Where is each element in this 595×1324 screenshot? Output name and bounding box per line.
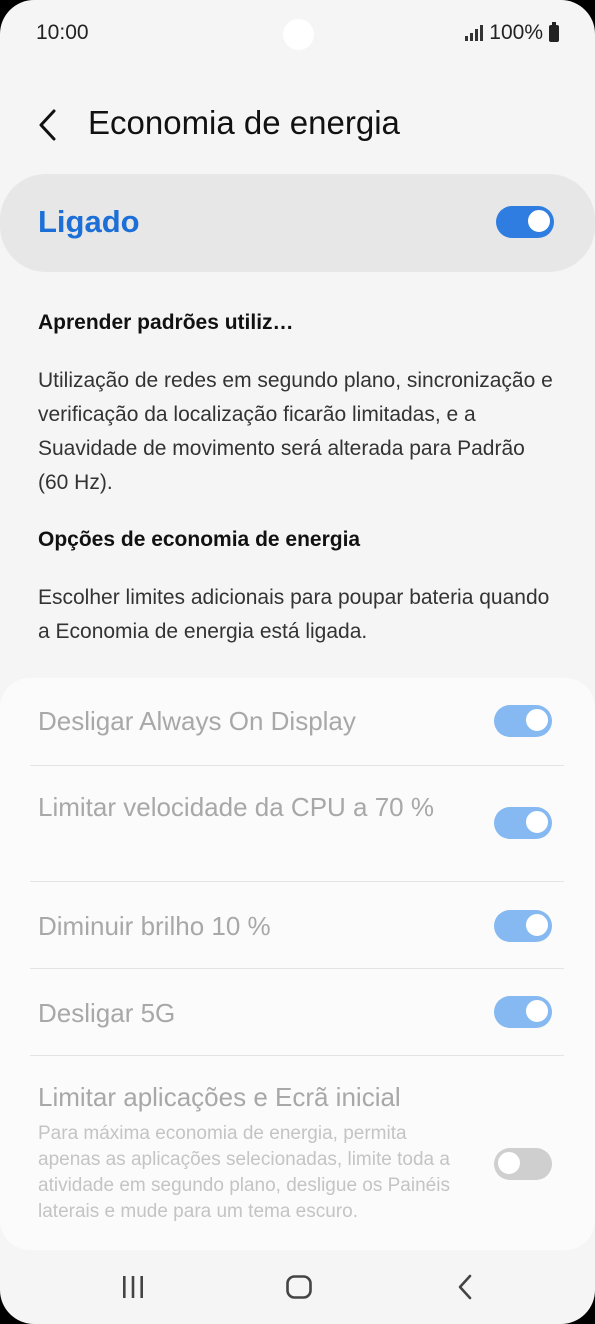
status-right: 100% (465, 21, 559, 45)
option-row-aod[interactable]: Desligar Always On Display (0, 678, 595, 765)
master-toggle-row[interactable]: Ligado (0, 174, 595, 272)
recents-button[interactable] (103, 1264, 163, 1310)
option-sublabel: Para máxima economia de energia, permita… (38, 1123, 450, 1222)
option-row-cpu[interactable]: Limitar velocidade da CPU a 70 % (0, 766, 595, 881)
master-toggle-label: Ligado (38, 204, 140, 239)
home-icon (286, 1275, 312, 1299)
back-button[interactable] (30, 98, 70, 152)
status-time: 10:00 (36, 21, 89, 44)
chevron-left-icon (39, 109, 56, 141)
option-label: Diminuir brilho 10 % (38, 911, 271, 941)
option-switch-limit-apps[interactable] (494, 1148, 552, 1180)
option-row-limit-apps[interactable]: Limitar aplicações e Ecrã inicial Para m… (0, 1056, 595, 1250)
learn-patterns-title[interactable]: Aprender padrões utiliz… (38, 311, 294, 335)
option-row-5g[interactable]: Desligar 5G (0, 969, 595, 1055)
option-label: Limitar velocidade da CPU a 70 % (38, 792, 434, 822)
option-switch-5g[interactable] (494, 996, 552, 1028)
master-switch[interactable] (496, 206, 554, 238)
signal-icon (465, 25, 484, 41)
back-icon (458, 1274, 472, 1300)
option-label: Limitar aplicações e Ecrã inicial (38, 1082, 401, 1112)
battery-percent: 100% (489, 21, 543, 44)
page-title: Economia de energia (88, 104, 400, 141)
nav-back-button[interactable] (436, 1264, 496, 1310)
navigation-bar (0, 1250, 595, 1324)
option-switch-brightness[interactable] (494, 910, 552, 942)
home-button[interactable] (269, 1264, 329, 1310)
battery-icon (549, 21, 559, 42)
option-row-brightness[interactable]: Diminuir brilho 10 % (0, 882, 595, 968)
option-label: Desligar Always On Display (38, 706, 356, 736)
option-switch-cpu[interactable] (494, 807, 552, 839)
recents-icon (123, 1276, 143, 1298)
status-bar: 10:00 100% (0, 0, 595, 66)
options-section-description: Escolher limites adicionais para poupar … (38, 586, 550, 643)
camera-cutout (283, 19, 314, 50)
options-card: Desligar Always On Display Limitar veloc… (0, 678, 595, 1250)
screen: 10:00 100% Economia de energia Ligado Ap… (0, 0, 595, 1324)
option-switch-aod[interactable] (494, 705, 552, 737)
option-label: Desligar 5G (38, 998, 176, 1028)
description-text: Utilização de redes em segundo plano, si… (38, 369, 553, 494)
options-section-title: Opções de economia de energia (38, 528, 361, 551)
